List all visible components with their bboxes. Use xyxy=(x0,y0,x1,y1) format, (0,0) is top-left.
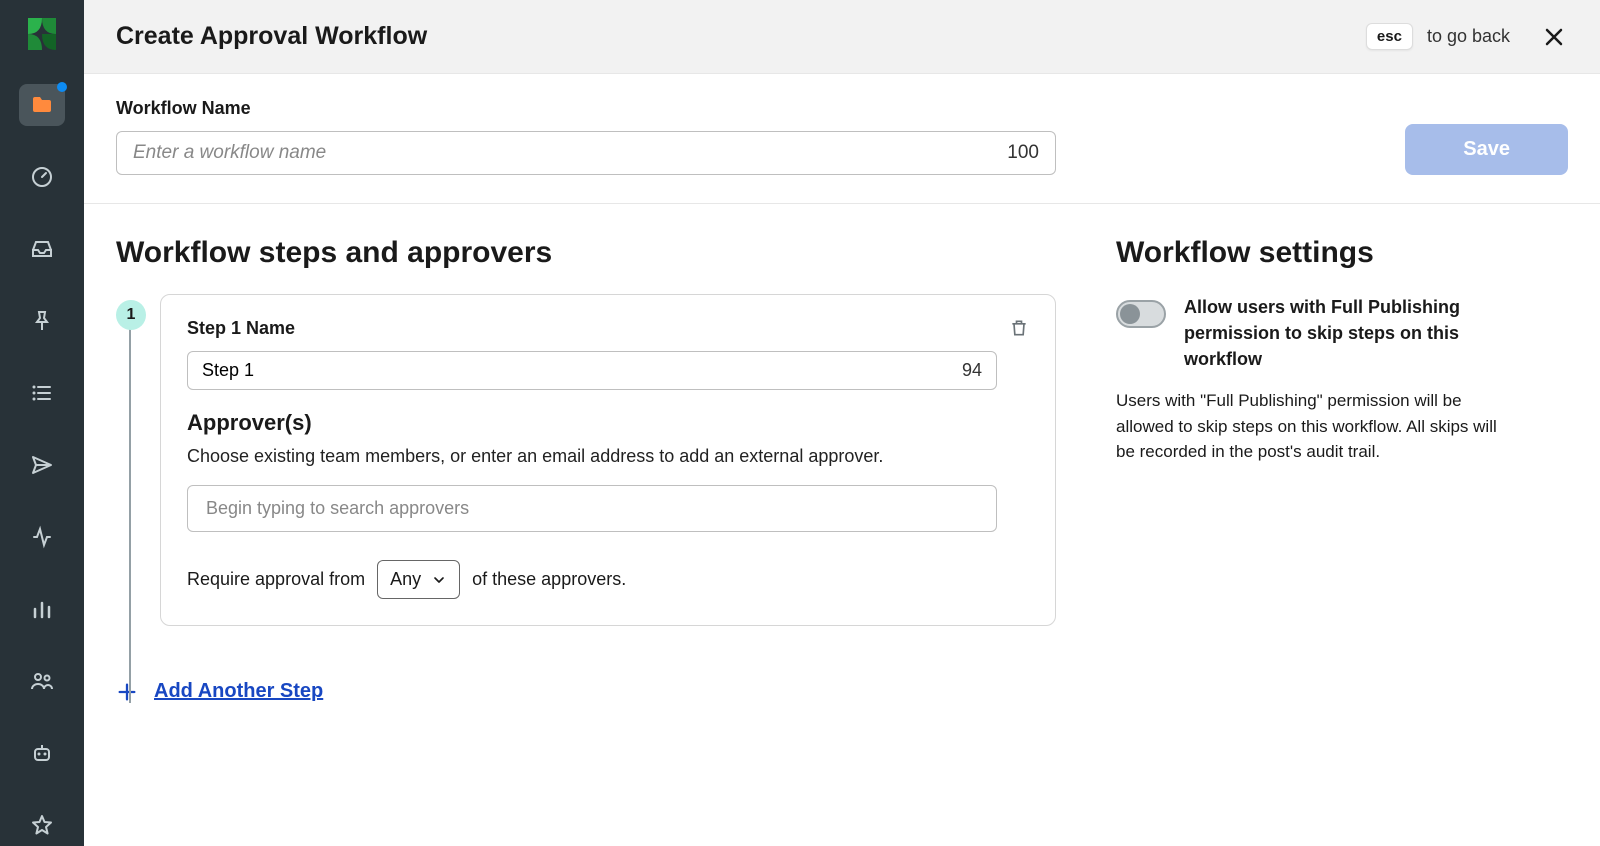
step-name-char-count: 94 xyxy=(962,360,982,381)
bar-chart-icon xyxy=(30,597,54,621)
skip-steps-toggle-label: Allow users with Full Publishing permiss… xyxy=(1184,294,1516,372)
steps-column: Workflow steps and approvers 1 Step 1 Na… xyxy=(116,236,1056,703)
sidebar-item-list[interactable] xyxy=(19,372,65,414)
topbar: Create Approval Workflow esc to go back xyxy=(84,0,1600,74)
approvers-title: Approver(s) xyxy=(187,410,1029,436)
add-step-label: Add Another Step xyxy=(154,680,323,703)
steps-section-title: Workflow steps and approvers xyxy=(116,236,1056,270)
save-button[interactable]: Save xyxy=(1405,124,1568,175)
esc-hint-text: to go back xyxy=(1427,26,1510,47)
step-name-input[interactable] xyxy=(202,360,962,381)
close-icon xyxy=(1542,25,1566,49)
chevron-down-icon xyxy=(431,572,447,588)
sidebar-item-pin[interactable] xyxy=(19,300,65,342)
sidebar-item-bot[interactable] xyxy=(19,732,65,774)
workflow-name-section: Workflow Name 100 Save xyxy=(84,74,1600,204)
step-card-1: Step 1 Name 94 Approver(s) Choose existi… xyxy=(160,294,1056,626)
require-suffix: of these approvers. xyxy=(472,569,626,590)
workflow-name-input-wrap: 100 xyxy=(116,131,1056,175)
require-approval-value: Any xyxy=(390,569,421,590)
inbox-icon xyxy=(30,237,54,261)
folder-icon xyxy=(30,93,54,117)
approvers-help-text: Choose existing team members, or enter a… xyxy=(187,446,1029,467)
send-icon xyxy=(30,453,54,477)
page-title: Create Approval Workflow xyxy=(116,22,427,51)
sidebar-item-dashboard[interactable] xyxy=(19,156,65,198)
main-panel: Create Approval Workflow esc to go back … xyxy=(84,0,1600,846)
require-prefix: Require approval from xyxy=(187,569,365,590)
plus-icon xyxy=(116,681,138,703)
delete-step-button[interactable] xyxy=(1009,317,1029,339)
star-icon xyxy=(30,813,54,837)
require-approval-row: Require approval from Any of these appro… xyxy=(187,560,1029,599)
sidebar-item-folder[interactable] xyxy=(19,84,65,126)
people-icon xyxy=(30,669,54,693)
sidebar xyxy=(0,0,84,846)
notification-dot xyxy=(57,82,67,92)
approver-search-input[interactable] xyxy=(206,498,978,519)
steps-timeline: 1 Step 1 Name 94 Approver(s) Choose exis… xyxy=(116,294,1056,703)
workflow-name-label: Workflow Name xyxy=(116,98,1056,119)
require-approval-select[interactable]: Any xyxy=(377,560,460,599)
bot-icon xyxy=(30,741,54,765)
close-button[interactable] xyxy=(1540,23,1568,51)
sidebar-item-people[interactable] xyxy=(19,660,65,702)
gauge-icon xyxy=(30,165,54,189)
esc-key-hint: esc xyxy=(1366,23,1413,50)
sidebar-item-inbox[interactable] xyxy=(19,228,65,270)
sidebar-item-activity[interactable] xyxy=(19,516,65,558)
step-name-label: Step 1 Name xyxy=(187,318,295,339)
settings-help-text: Users with "Full Publishing" permission … xyxy=(1116,388,1516,465)
list-icon xyxy=(30,381,54,405)
pin-icon xyxy=(30,309,54,333)
step-name-input-wrap: 94 xyxy=(187,351,997,390)
trash-icon xyxy=(1009,317,1029,339)
sidebar-item-star[interactable] xyxy=(19,804,65,846)
workflow-name-input[interactable] xyxy=(133,142,1007,164)
step-badge-1: 1 xyxy=(116,300,146,330)
app-logo xyxy=(21,14,63,54)
sidebar-item-send[interactable] xyxy=(19,444,65,486)
workflow-name-char-count: 100 xyxy=(1007,142,1039,164)
skip-steps-toggle[interactable] xyxy=(1116,300,1166,328)
settings-column: Workflow settings Allow users with Full … xyxy=(1116,236,1516,703)
sidebar-item-bar-chart[interactable] xyxy=(19,588,65,630)
settings-title: Workflow settings xyxy=(1116,236,1516,270)
toggle-knob xyxy=(1120,304,1140,324)
approver-search-wrap xyxy=(187,485,997,532)
add-step-button[interactable]: Add Another Step xyxy=(116,680,1056,703)
activity-icon xyxy=(30,525,54,549)
